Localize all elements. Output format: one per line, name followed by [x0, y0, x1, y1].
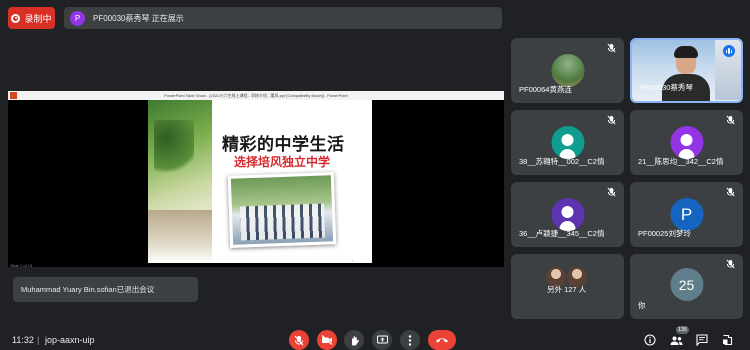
self-tile[interactable]: 25 你	[630, 254, 743, 319]
clock: 11:32	[12, 335, 34, 345]
mic-off-icon	[294, 335, 304, 345]
participant-avatar	[551, 126, 584, 159]
participant-name: PF00030蔡秀琴	[640, 83, 693, 92]
self-avatar: 25	[670, 268, 703, 301]
slide-title: 精彩的中学生活	[222, 135, 345, 154]
participant-tile[interactable]: P PF00025刘梦玲	[630, 182, 743, 247]
participant-name: 36__卢颖捷__345__C2情	[519, 229, 605, 238]
presenter-avatar: P	[70, 10, 85, 26]
participant-avatar	[670, 126, 703, 159]
recording-indicator[interactable]: 录制中	[8, 7, 55, 29]
slide-counter: Slide 1 of 13	[10, 263, 33, 268]
present-screen-icon	[376, 335, 388, 344]
mic-toggle-button[interactable]	[289, 330, 309, 350]
slide-page-marker: ›	[352, 258, 354, 263]
participant-avatar	[551, 198, 584, 231]
camera-toggle-button[interactable]	[317, 330, 337, 350]
mic-off-icon	[607, 187, 616, 197]
participant-name: PF00025刘梦玲	[638, 229, 691, 238]
powerpoint-title-bar: PowerPoint Slide Show - [2022小六生线上课程 - 学…	[8, 91, 504, 100]
mic-off-icon	[607, 43, 616, 53]
slide-subtitle: 选择培风独立中学	[234, 155, 331, 169]
more-options-button[interactable]	[400, 330, 420, 350]
mic-off-icon	[726, 187, 735, 197]
present-button[interactable]	[372, 330, 392, 350]
raise-hand-button[interactable]	[344, 330, 364, 350]
participant-name: 21__陈思均__342__C2情	[638, 157, 724, 166]
activities-button[interactable]	[720, 332, 736, 348]
mic-off-icon	[607, 115, 616, 125]
record-icon	[11, 13, 21, 23]
people-button[interactable]	[668, 332, 684, 348]
participant-tile[interactable]: PF00064黄燕连	[511, 38, 624, 103]
notification-toast: Muhammad Yuary Bin.sofian已退出会议	[13, 277, 198, 302]
meeting-code: jop-aaxn-uip	[45, 335, 95, 345]
presenting-banner: P PF00030蔡秀琴 正在展示	[64, 7, 502, 29]
shared-screen[interactable]: PowerPoint Slide Show - [2022小六生线上课程 - 学…	[8, 91, 504, 268]
leave-call-button[interactable]	[428, 330, 456, 350]
presenting-text: PF00030蔡秀琴 正在展示	[93, 13, 184, 23]
slide-trees-image	[148, 100, 212, 263]
participant-tile[interactable]: 21__陈思均__342__C2情	[630, 110, 743, 175]
participant-tile[interactable]: 38__苏翱特__002__C2情	[511, 110, 624, 175]
phone-hangup-icon	[436, 338, 448, 343]
powerpoint-window-title: PowerPoint Slide Show - [2022小六生线上课程 - 学…	[164, 93, 348, 98]
participant-avatar: P	[670, 198, 703, 231]
participant-name: 你	[638, 301, 646, 310]
separator: |	[37, 335, 40, 345]
others-tile[interactable]: 另外 127 人	[511, 254, 624, 319]
participant-tile-speaking[interactable]: PF00030蔡秀琴	[630, 38, 743, 103]
toast-text: Muhammad Yuary Bin.sofian已退出会议	[21, 285, 155, 294]
powerpoint-icon	[10, 92, 17, 99]
participant-avatar	[551, 54, 584, 87]
camera-off-icon	[321, 335, 333, 345]
slide: 精彩的中学生活 选择培风独立中学 ›	[148, 100, 372, 263]
hand-icon	[352, 335, 359, 345]
participant-name: PF00064黄燕连	[519, 85, 572, 94]
meeting-info-button[interactable]	[642, 332, 658, 348]
chat-button[interactable]	[694, 332, 710, 348]
info-icon	[644, 334, 656, 346]
mic-off-icon	[726, 259, 735, 269]
more-vert-icon	[408, 334, 412, 346]
activities-icon	[723, 334, 733, 346]
people-icon	[670, 336, 682, 345]
others-count: 另外 127 人	[547, 285, 587, 294]
participant-name: 38__苏翱特__002__C2情	[519, 157, 605, 166]
recording-label: 录制中	[24, 13, 52, 24]
speaking-icon	[723, 45, 735, 57]
slide-group-photo	[227, 172, 337, 248]
chat-icon	[696, 334, 708, 346]
mic-off-icon	[726, 115, 735, 125]
participant-tile[interactable]: 36__卢颖捷__345__C2情	[511, 182, 624, 247]
